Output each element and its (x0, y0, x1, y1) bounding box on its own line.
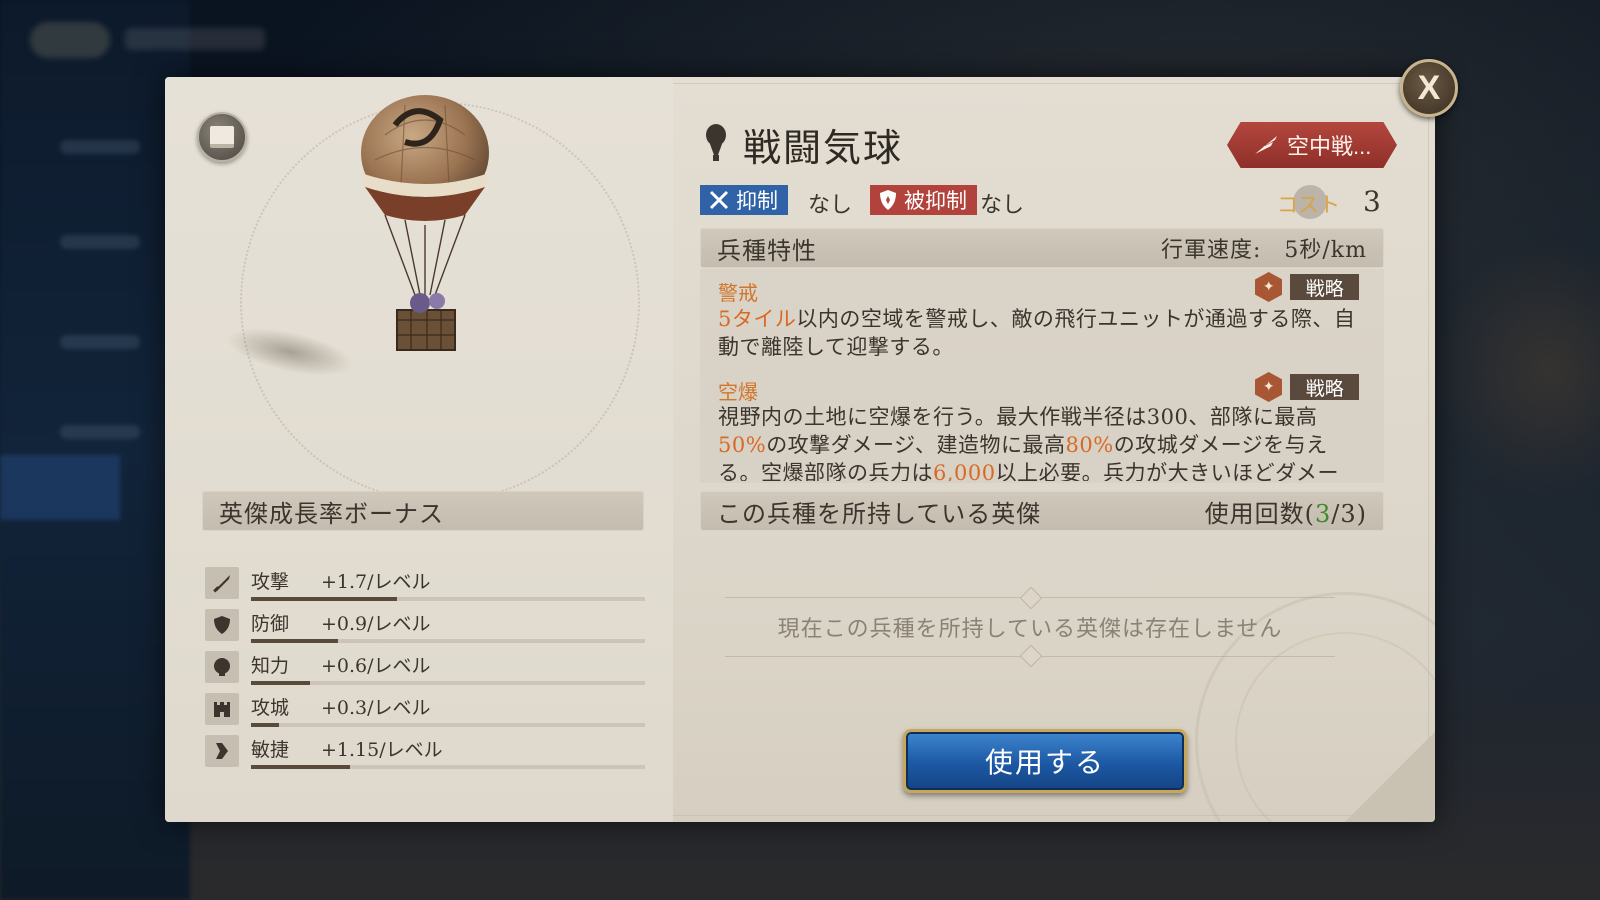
usage-suffix: /3) (1331, 499, 1367, 528)
shield-icon (205, 609, 239, 641)
growth-section-header: 英傑成長率ボーナス (202, 491, 644, 531)
unit-detail-modal: 英傑成長率ボーナス 攻撃 +1.7/レベル 防御 +0.9/レベル 知力 +0.… (165, 77, 1435, 822)
stat-bar (251, 639, 645, 643)
stat-bar-fill (251, 597, 397, 601)
background-sidebar (0, 0, 190, 900)
trait-name: 空爆 (718, 382, 758, 404)
stat-value: +0.3/レベル (321, 697, 431, 719)
close-button[interactable]: X (1400, 59, 1458, 117)
traits-list[interactable]: 警戒 ✦ 戦略 5タイル以内の空域を警戒し、敵の飛行ユニットが通過する際、自動で… (700, 269, 1384, 483)
stat-name: 敏捷 (251, 739, 290, 761)
background-blur-item (60, 235, 140, 249)
stat-bar (251, 765, 645, 769)
unit-preview-pane: 英傑成長率ボーナス 攻撃 +1.7/レベル 防御 +0.9/レベル 知力 +0.… (165, 77, 673, 822)
trait-tag: ✦ 戦略 (1255, 372, 1359, 402)
heroes-section-header: この兵種を所持している英傑 使用回数(3/3) (700, 491, 1384, 531)
cost-value: 3 (1363, 185, 1381, 218)
background-blur-logo (30, 22, 110, 58)
unit-name: 戦闘気球 (743, 126, 904, 170)
suppress-badge: 抑制 (700, 185, 788, 215)
trait-highlight: 6,000 (933, 461, 996, 481)
trait-tag: ✦ 戦略 (1255, 272, 1359, 302)
stat-bar-fill (251, 681, 311, 685)
trait-tag-label: 戦略 (1290, 374, 1359, 400)
shield-icon (880, 190, 896, 210)
sword-icon (205, 567, 239, 599)
heroes-section-title: この兵種を所持している英傑 (717, 499, 1042, 528)
background-blur-item (60, 335, 140, 349)
trait-text: の攻撃ダメージ、建造物に最高 (766, 433, 1066, 457)
suppress-label: 抑制 (736, 190, 778, 213)
strategy-icon: ✦ (1255, 372, 1283, 402)
trait-highlight: 50% (718, 433, 767, 457)
wing-icon (1255, 136, 1277, 154)
stat-row-intelligence: 知力 +0.6/レベル (205, 649, 645, 689)
stat-bar (251, 681, 645, 685)
suppressed-label: 被抑制 (904, 190, 967, 213)
empty-heroes-message: 現在この兵種を所持している英傑は存在しません (725, 597, 1335, 657)
strategy-icon: ✦ (1255, 272, 1283, 302)
stat-bar-fill (251, 723, 279, 727)
book-icon (210, 126, 234, 148)
stat-bar-fill (251, 765, 350, 769)
unit-image-balloon (345, 95, 505, 375)
trait-text: 以上必要。兵力が大きいほどダメー (995, 461, 1339, 481)
stat-value: +0.6/レベル (321, 655, 431, 677)
balloon-icon (706, 124, 726, 161)
trait-text: 視野内の土地に空爆を行う。最大作戦半径は300、部隊に最高 (718, 405, 1318, 429)
background-blur-item (60, 425, 140, 439)
trait-description: 5タイル以内の空域を警戒し、敵の飛行ユニットが通過する際、自動で離陸して迎撃する… (718, 305, 1358, 361)
stat-name: 防御 (251, 613, 290, 635)
usage-current: 3 (1315, 499, 1332, 528)
stat-name: 攻城 (251, 697, 290, 719)
background-blur-shape (1430, 240, 1600, 500)
traits-section-header: 兵種特性 行軍速度: 5秒/km (700, 228, 1384, 268)
boot-icon (205, 735, 239, 767)
encyclopedia-book-button[interactable] (197, 112, 247, 162)
corner-decoration (1345, 732, 1435, 822)
stat-name: 知力 (251, 655, 290, 677)
stat-bar-fill (251, 639, 338, 643)
stat-bar (251, 723, 645, 727)
trait-text: 以内の空域を警戒し、敵の飛行ユニットが通過する際、自動で離陸して迎撃する。 (718, 307, 1356, 359)
growth-section-title: 英傑成長率ボーナス (219, 499, 444, 528)
trait-tag-label: 戦略 (1290, 274, 1359, 300)
unit-type-tag[interactable]: 空中戦... (1227, 122, 1397, 168)
trait-highlight: 80% (1065, 433, 1114, 457)
stat-row-siege: 攻城 +0.3/レベル (205, 691, 645, 731)
stat-value: +1.15/レベル (321, 739, 443, 761)
stat-row-attack: 攻撃 +1.7/レベル (205, 565, 645, 605)
stat-name: 攻撃 (251, 571, 290, 593)
usage-count: 使用回数(3/3) (1205, 494, 1367, 529)
stat-row-defense: 防御 +0.9/レベル (205, 607, 645, 647)
stat-value: +1.7/レベル (321, 571, 431, 593)
castle-icon (205, 693, 239, 725)
background-blur-item (60, 140, 140, 154)
use-button[interactable]: 使用する (903, 729, 1187, 793)
stat-row-agility: 敏捷 +1.15/レベル (205, 733, 645, 773)
background-blur-highlight (0, 455, 120, 520)
stat-value: +0.9/レベル (321, 613, 431, 635)
head-icon (205, 651, 239, 683)
trait-name: 警戒 (718, 283, 758, 305)
traits-section-title: 兵種特性 (717, 236, 817, 265)
background-blur-title (125, 28, 265, 50)
usage-prefix: 使用回数( (1204, 499, 1315, 528)
suppress-value: なし (808, 192, 853, 217)
suppressed-badge: 被抑制 (870, 185, 977, 215)
suppressed-value: なし (980, 192, 1025, 217)
crossed-swords-icon (709, 190, 729, 210)
balloon-illustration (361, 95, 489, 351)
trait-description: 視野内の土地に空爆を行う。最大作戦半径は300、部隊に最高 50%の攻撃ダメージ、… (718, 403, 1358, 481)
unit-type-label: 空中戦... (1287, 134, 1372, 159)
march-speed: 行軍速度: 5秒/km (1160, 238, 1367, 263)
cost-label: コスト (1277, 194, 1340, 217)
trait-highlight: 5タイル (718, 307, 797, 331)
stat-bar (251, 597, 645, 601)
